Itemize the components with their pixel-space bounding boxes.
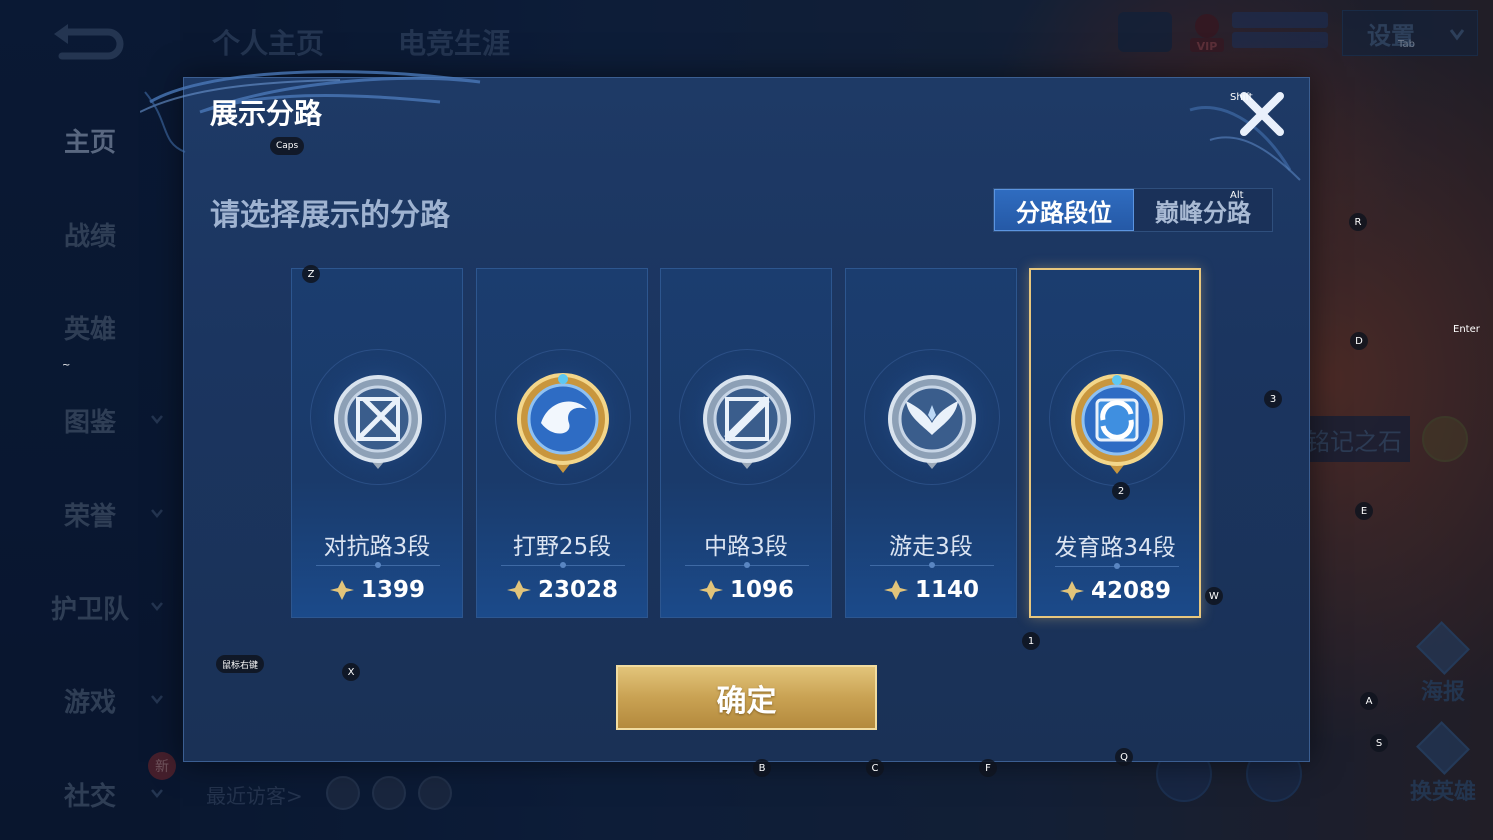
- key-hint-3: 3: [1264, 390, 1282, 408]
- jungle-dragon-icon: [517, 373, 609, 473]
- score-value: 1140: [914, 577, 979, 603]
- key-hint-e: E: [1355, 502, 1373, 520]
- key-hint-q: Q: [1115, 748, 1133, 766]
- key-hint-1: 1: [1022, 632, 1040, 650]
- lane-card-mid[interactable]: 中路3段 1096: [660, 268, 832, 618]
- key-hint-enter: Enter: [1453, 324, 1480, 335]
- score: 1096: [661, 577, 831, 603]
- divider: [685, 562, 809, 568]
- clash-lane-icon: [334, 375, 422, 469]
- score-value: 1096: [729, 577, 794, 603]
- lane-card-farm[interactable]: 发育路34段 42089: [1029, 268, 1201, 618]
- divider: [870, 562, 994, 568]
- key-hint-r: R: [1349, 213, 1367, 231]
- score-value: 1399: [360, 577, 425, 603]
- key-hint-a: A: [1360, 692, 1378, 710]
- rank-label: 游走3段: [889, 534, 973, 560]
- key-hint-b: B: [753, 759, 771, 777]
- lane-card-roam[interactable]: 游走3段 1140: [845, 268, 1017, 618]
- tab-lane-rank[interactable]: 分路段位: [994, 189, 1134, 231]
- key-hint-w: W: [1205, 587, 1223, 605]
- tab-peak-lane[interactable]: 巅峰分路: [1134, 189, 1272, 231]
- score: 1399: [292, 577, 462, 603]
- dialog-title: 展示分路: [210, 97, 323, 130]
- rank-label: 对抗路3段: [323, 534, 431, 560]
- lane-card-jungle[interactable]: 打野25段 23028: [476, 268, 648, 618]
- divider: [1055, 563, 1179, 569]
- rank-label: 中路3段: [704, 534, 788, 560]
- rank-points-icon: [698, 580, 723, 600]
- key-hint-tilde: ~: [62, 360, 71, 371]
- rank-points-icon: [883, 580, 908, 600]
- score: 42089: [1031, 578, 1199, 604]
- key-hint-z: Z: [302, 265, 320, 283]
- key-hint-d: D: [1350, 332, 1368, 350]
- key-hint-c: C: [866, 759, 884, 777]
- rank-label: 打野25段: [512, 534, 612, 560]
- key-hint-s: S: [1370, 734, 1388, 752]
- key-hint-mouse-right: 鼠标右键: [216, 655, 265, 673]
- score: 23028: [477, 577, 647, 603]
- divider: [501, 562, 625, 568]
- dialog-subtitle: 请选择展示的分路: [210, 198, 450, 233]
- confirm-button[interactable]: 确定: [616, 665, 877, 730]
- key-hint-caps: Caps: [270, 137, 305, 155]
- roam-wings-icon: [888, 375, 976, 469]
- score-value: 23028: [537, 577, 619, 603]
- divider: [316, 562, 440, 568]
- rank-points-icon: [506, 580, 531, 600]
- key-hint-shift: Shift: [1230, 92, 1253, 103]
- rank-points-icon: [1059, 581, 1084, 601]
- lane-card-clash[interactable]: 对抗路3段 1399: [291, 268, 463, 618]
- score-value: 42089: [1090, 578, 1172, 604]
- rank-points-icon: [329, 580, 354, 600]
- rank-label: 发育路34段: [1054, 535, 1176, 561]
- key-hint-x: X: [342, 663, 360, 681]
- mid-lane-icon: [703, 375, 791, 469]
- score: 1140: [846, 577, 1016, 603]
- farm-lane-icon: [1071, 374, 1163, 474]
- key-hint-alt: Alt: [1230, 190, 1244, 201]
- key-hint-2: 2: [1112, 482, 1130, 500]
- key-hint-f: F: [979, 759, 997, 777]
